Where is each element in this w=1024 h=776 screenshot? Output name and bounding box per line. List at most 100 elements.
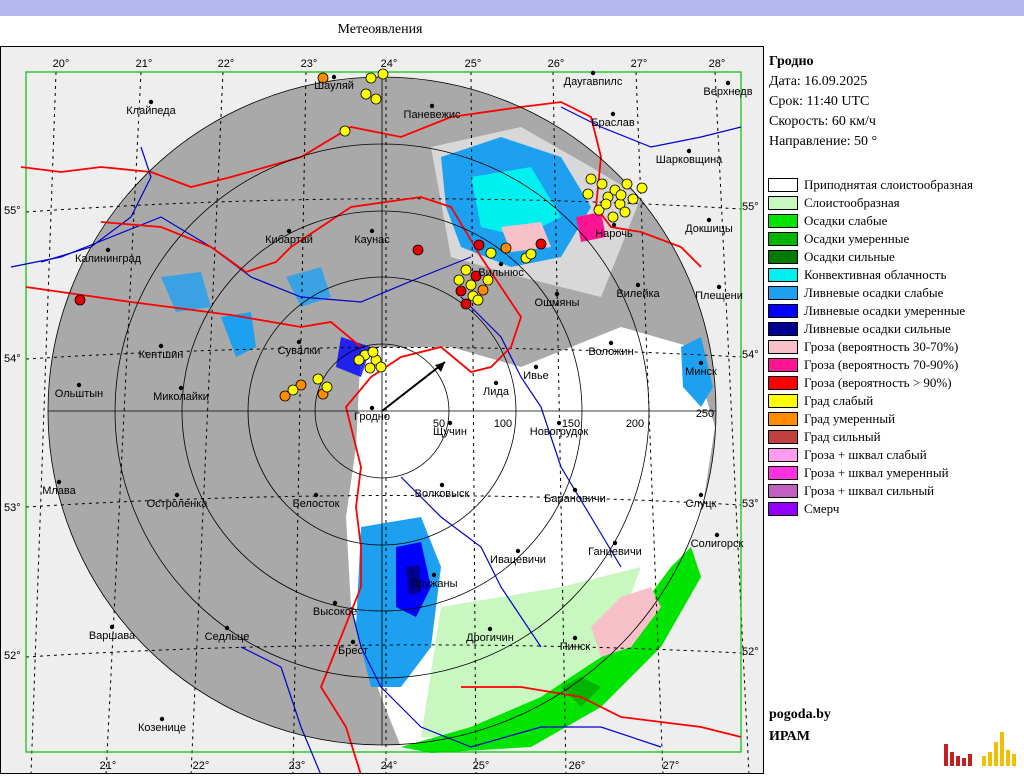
storm-marker xyxy=(353,354,365,366)
storm-marker xyxy=(339,125,351,137)
legend-swatch xyxy=(768,304,798,318)
storm-marker xyxy=(600,198,612,210)
legend-item: Гроза (вероятность 30-70%) xyxy=(768,338,1022,356)
city-marker-icon xyxy=(109,624,115,630)
city-marker-icon xyxy=(533,364,539,370)
map-title: Метеоявления xyxy=(337,22,423,37)
city-marker-icon xyxy=(369,228,375,234)
city-marker-icon xyxy=(331,74,337,80)
city-label: Докшицы xyxy=(685,223,733,235)
legend-item: Ливневые осадки умеренные xyxy=(768,302,1022,320)
city-marker-icon xyxy=(698,492,704,498)
city-marker-icon xyxy=(148,99,154,105)
range-label: 250 xyxy=(696,408,714,420)
legend-label: Конвективная облачность xyxy=(804,267,947,282)
storm-marker xyxy=(377,68,389,80)
legend-swatch xyxy=(768,250,798,264)
longitude-label: 23° xyxy=(289,760,306,772)
latitude-label: 55° xyxy=(4,205,21,217)
longitude-label: 24° xyxy=(381,760,398,772)
city-marker-icon xyxy=(725,80,731,86)
legend-item: Ливневые осадки сильные xyxy=(768,320,1022,338)
longitude-label: 21° xyxy=(136,58,153,70)
city-label: Сувалки xyxy=(278,345,321,357)
latitude-label: 54° xyxy=(4,353,21,365)
latitude-label: 53° xyxy=(742,498,759,510)
legend-swatch xyxy=(768,448,798,462)
storm-marker xyxy=(364,362,376,374)
city-marker-icon xyxy=(590,70,596,76)
legend-swatch xyxy=(768,232,798,246)
legend-item: Смерч xyxy=(768,500,1022,518)
storm-marker xyxy=(465,279,477,291)
legend-swatch xyxy=(768,196,798,210)
site-credit[interactable]: pogoda.by xyxy=(769,704,831,726)
latitude-label: 52° xyxy=(4,650,21,662)
longitude-label: 20° xyxy=(53,58,70,70)
radar-map-canvas[interactable]: 20° 21° 22° 23° 24° 25° 26° 27° 28° 21° 22° 23° 24°… xyxy=(1,47,764,774)
city-label: Брест xyxy=(338,645,368,657)
city-label: Каунас xyxy=(354,234,390,246)
city-label: Воложин xyxy=(588,346,633,358)
city-marker-icon xyxy=(431,572,437,578)
city-label: Клайпеда xyxy=(126,105,176,117)
range-label: 100 xyxy=(494,418,512,430)
storm-marker xyxy=(455,285,467,297)
city-marker-icon xyxy=(313,492,319,498)
city-label: Пинск xyxy=(560,641,591,653)
storm-marker xyxy=(535,238,547,250)
legend-label: Смерч xyxy=(804,501,840,516)
city-label: Ганцевичи xyxy=(588,546,642,558)
legend-swatch xyxy=(768,340,798,354)
storm-marker xyxy=(375,361,387,373)
city-marker-icon xyxy=(610,111,616,117)
city-label: Млава xyxy=(42,485,76,497)
latitude-label: 53° xyxy=(4,502,21,514)
legend-label: Слоистообразная xyxy=(804,195,900,210)
legend-item: Осадки сильные xyxy=(768,248,1022,266)
longitude-label: 26° xyxy=(569,760,586,772)
legend-item: Конвективная облачность xyxy=(768,266,1022,284)
city-label: Гродно xyxy=(354,411,390,423)
city-marker-icon xyxy=(105,247,111,253)
legend-swatch xyxy=(768,268,798,282)
legend-swatch xyxy=(768,484,798,498)
city-marker-icon xyxy=(572,487,578,493)
legend-swatch xyxy=(768,214,798,228)
longitude-label: 22° xyxy=(218,58,235,70)
movement-speed: Скорость: 60 км/ч xyxy=(769,114,876,129)
city-label: Пружаны xyxy=(411,578,458,590)
city-label: Козенице xyxy=(138,722,186,734)
legend-label: Гроза + шквал слабый xyxy=(804,447,927,462)
legend: Приподнятая слоистообразная Слоистообразн… xyxy=(768,176,1022,518)
city-marker-icon xyxy=(515,548,521,554)
observation-time: Срок: 11:40 UTC xyxy=(769,94,870,109)
latitude-label: 52° xyxy=(742,646,759,658)
city-label: Вилейка xyxy=(616,288,660,300)
station-name: Гродно xyxy=(769,54,814,69)
legend-label: Гроза (вероятность 30-70%) xyxy=(804,339,959,354)
credits: pogoda.by ИРАМ xyxy=(769,704,831,748)
city-marker-icon xyxy=(178,385,184,391)
legend-item: Гроза (вероятность 70-90%) xyxy=(768,356,1022,374)
legend-swatch xyxy=(768,376,798,390)
longitude-label: 27° xyxy=(631,58,648,70)
storm-marker xyxy=(485,247,497,259)
city-marker-icon xyxy=(572,635,578,641)
longitude-label: 28° xyxy=(709,58,726,70)
city-label: Высокое xyxy=(313,606,357,618)
storm-marker xyxy=(412,244,424,256)
legend-swatch xyxy=(768,430,798,444)
radar-map[interactable]: 20° 21° 22° 23° 24° 25° 26° 27° 28° 21° 22° 23° 24°… xyxy=(0,46,764,774)
longitude-label: 21° xyxy=(100,760,117,772)
legend-label: Ливневые осадки слабые xyxy=(804,285,944,300)
storm-marker xyxy=(607,211,619,223)
station-info: Гродно Дата: 16.09.2025 Срок: 11:40 UTC … xyxy=(769,52,1019,152)
city-marker-icon xyxy=(698,360,704,366)
longitude-label: 27° xyxy=(663,760,680,772)
storm-marker xyxy=(472,294,484,306)
legend-item: Ливневые осадки слабые xyxy=(768,284,1022,302)
city-label: Барановичи xyxy=(544,493,606,505)
legend-swatch xyxy=(768,286,798,300)
city-marker-icon xyxy=(158,343,164,349)
